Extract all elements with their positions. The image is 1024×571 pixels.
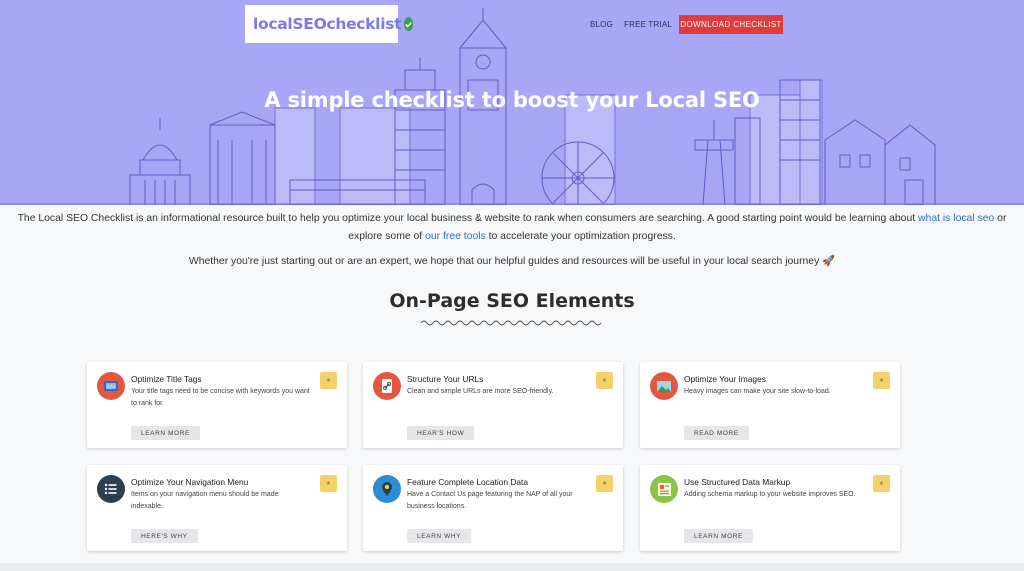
card-title: Feature Complete Location Data <box>407 477 529 487</box>
card-feature-location-data: Feature Complete Location Data Have a Co… <box>363 465 623 551</box>
squiggle-divider <box>421 320 602 326</box>
card-description: Have a Contact Us page featuring the NAP… <box>407 491 573 510</box>
menu-list-icon <box>97 475 125 503</box>
bottom-divider <box>0 563 1024 571</box>
card-title: Structure Your URLs <box>407 374 484 384</box>
intro-line-2: Whether you're just starting out or are … <box>188 256 836 267</box>
card-description: Clean and simple URLs are more SEO-frien… <box>407 388 554 395</box>
heres-why-button[interactable]: HERE'S WHY <box>131 529 198 543</box>
star-badge-icon[interactable]: ★ <box>320 372 337 389</box>
star-badge-icon[interactable]: ★ <box>320 475 337 492</box>
learn-more-button[interactable]: LEARN MORE <box>131 426 200 440</box>
read-more-button[interactable]: READ MORE <box>684 426 749 440</box>
intro-text-3: to accelerate your optimization progress… <box>485 231 676 242</box>
intro-paragraph: The Local SEO Checklist is an informatio… <box>0 210 1024 246</box>
card-description: Your title tags need to be concise with … <box>131 388 310 407</box>
card-optimize-title-tags: </> Optimize Title Tags Your title tags … <box>87 362 347 448</box>
nav-free-trial-link[interactable]: FREE TRIAL <box>624 20 672 29</box>
card-description: Adding schema markup to your website imp… <box>684 491 856 498</box>
hero-title: A simple checklist to boost your Local S… <box>264 88 760 112</box>
what-is-local-seo-link[interactable]: what is local seo <box>918 213 994 224</box>
section-title: On-Page SEO Elements <box>389 290 635 312</box>
location-pin-icon <box>373 475 401 503</box>
free-tools-link[interactable]: our free tools <box>425 231 486 242</box>
schema-code-icon <box>650 475 678 503</box>
star-badge-icon[interactable]: ★ <box>596 475 613 492</box>
card-optimize-navigation-menu: Optimize Your Navigation Menu Items on y… <box>87 465 347 551</box>
star-badge-icon[interactable]: ★ <box>596 372 613 389</box>
card-title: Optimize Title Tags <box>131 374 202 384</box>
card-title: Optimize Your Navigation Menu <box>131 477 249 487</box>
card-description: Heavy images can make your site slow-to-… <box>684 388 831 395</box>
learn-more-button[interactable]: LEARN MORE <box>684 529 753 543</box>
title-tag-icon: </> <box>97 372 125 400</box>
card-title: Use Structured Data Markup <box>684 477 791 487</box>
hero-banner: localSEOchecklist BLOG FREE TRIAL DOWNLO… <box>0 0 1024 205</box>
star-badge-icon[interactable]: ★ <box>873 372 890 389</box>
url-link-icon <box>373 372 401 400</box>
svg-text:</>: </> <box>106 385 115 391</box>
image-icon <box>650 372 678 400</box>
learn-why-button[interactable]: LEARN WHY <box>407 529 472 543</box>
card-optimize-your-images: Optimize Your Images Heavy images can ma… <box>640 362 900 448</box>
hears-how-button[interactable]: HEAR'S HOW <box>407 426 475 440</box>
card-title: Optimize Your Images <box>684 374 766 384</box>
intro-text-1: The Local SEO Checklist is an informatio… <box>17 213 919 224</box>
card-structured-data-markup: Use Structured Data Markup Adding schema… <box>640 465 900 551</box>
star-badge-icon[interactable]: ★ <box>873 475 890 492</box>
top-nav: BLOG FREE TRIAL DOWNLOAD CHECKLIST <box>0 15 1024 35</box>
card-description: Items on your navigation menu should be … <box>131 491 279 510</box>
card-structure-your-urls: Structure Your URLs Clean and simple URL… <box>363 362 623 448</box>
download-checklist-button[interactable]: DOWNLOAD CHECKLIST <box>679 15 783 34</box>
nav-blog-link[interactable]: BLOG <box>590 20 613 29</box>
